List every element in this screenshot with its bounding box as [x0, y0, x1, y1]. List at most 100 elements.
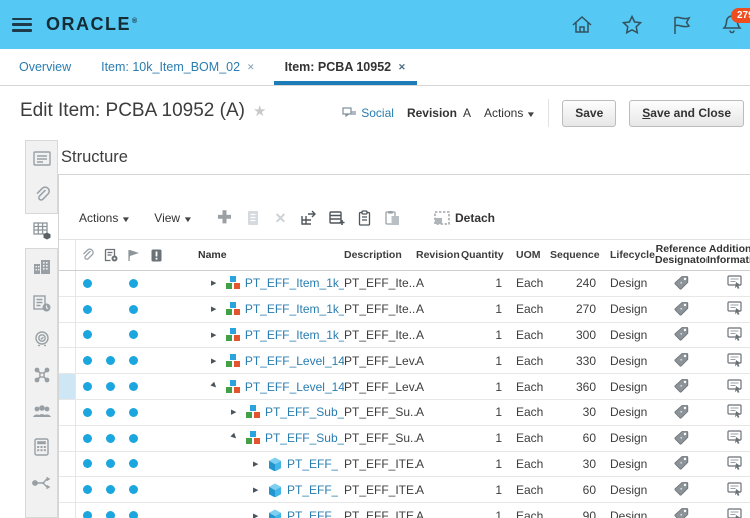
table-row[interactable]: ▶ PT_EFF_Item_1k_ PT_EFF_Ite... A 1 Each…	[59, 322, 750, 349]
expand-arrow-icon[interactable]: ▶	[211, 331, 221, 339]
table-row[interactable]: ▶ PT_EFF_Sub_ PT_EFF_Su... A 1 Each 30 D…	[59, 399, 750, 426]
save-button[interactable]: Save	[562, 99, 617, 127]
table-row[interactable]: ▶ PT_EFF_Item_1k_ PT_EFF_Ite... A 1 Each…	[59, 296, 750, 323]
close-tab-icon[interactable]: ✕	[247, 62, 255, 73]
item-name-link[interactable]: PT_EFF_Level_14	[245, 380, 344, 394]
item-name-link[interactable]: PT_EFF_Level_14	[245, 354, 344, 368]
sidebar-item-attachments[interactable]	[26, 177, 57, 213]
sidebar-item-quality[interactable]	[26, 321, 57, 357]
column-lifecycle[interactable]: Lifecycle	[600, 249, 655, 261]
item-name-link[interactable]: PT_EFF_Item_1k_	[245, 302, 344, 316]
sidebar-item-structure[interactable]	[25, 213, 59, 249]
reference-designator-cell[interactable]	[655, 481, 707, 498]
reference-designator-cell[interactable]	[655, 275, 707, 292]
item-name-link[interactable]: PT_EFF_Item_1k_	[245, 276, 344, 290]
toolbar-actions-menu[interactable]: Actions ▼	[79, 211, 131, 225]
table-row[interactable]: ▶ PT_EFF_Level_14 PT_EFF_Lev... A 1 Each…	[59, 374, 750, 400]
save-and-close-button[interactable]: Save and Close	[629, 99, 744, 127]
sidebar-item-teams[interactable]	[26, 393, 57, 429]
additional-information-cell[interactable]	[707, 507, 750, 518]
column-quantity[interactable]: Quantity	[461, 249, 508, 261]
expand-arrow-icon[interactable]: ▶	[231, 408, 241, 416]
tab-item-bom[interactable]: Item: 10k_Item_BOM_02 ✕	[86, 49, 270, 85]
copy-icon[interactable]	[356, 210, 373, 227]
row-selector[interactable]	[59, 477, 76, 503]
favorite-star-icon[interactable]: ★	[253, 103, 266, 120]
column-additional-information[interactable]: Additional Information	[707, 244, 750, 266]
additional-information-cell[interactable]	[707, 404, 750, 420]
column-reference-designator[interactable]: Reference Designator	[655, 244, 707, 266]
reference-designator-cell[interactable]	[655, 404, 707, 421]
row-selector[interactable]	[59, 451, 76, 477]
row-selector[interactable]	[59, 374, 76, 399]
additional-information-cell[interactable]	[707, 378, 750, 395]
expand-arrow-icon[interactable]: ▶	[253, 460, 263, 468]
add-icon[interactable]: ✚	[216, 208, 233, 227]
item-name-link[interactable]: PT_EFF_Item_1k_	[245, 328, 344, 342]
reference-designator-cell[interactable]	[655, 507, 707, 518]
row-selector[interactable]	[59, 296, 76, 322]
table-row[interactable]: ▶ PT_EFF_Item_1k_ PT_EFF_Ite... A 1 Each…	[59, 271, 750, 297]
menu-icon[interactable]	[12, 17, 32, 32]
additional-information-cell[interactable]	[707, 430, 750, 446]
flag-column-icon[interactable]	[122, 249, 145, 262]
item-name-link[interactable]: PT_EFF_	[287, 457, 338, 471]
duplicate-icon[interactable]	[244, 210, 261, 227]
flag-icon[interactable]	[670, 13, 694, 37]
expand-arrow-icon[interactable]: ▶	[211, 305, 221, 313]
column-revision[interactable]: Revision	[416, 249, 461, 261]
home-icon[interactable]	[570, 13, 594, 37]
attachments-column-icon[interactable]	[76, 248, 99, 262]
sidebar-item-calculations[interactable]	[26, 429, 57, 465]
item-name-link[interactable]: PT_EFF	[287, 509, 332, 518]
expand-arrow-icon[interactable]: ▶	[211, 357, 221, 365]
additional-information-cell[interactable]	[707, 456, 750, 472]
sidebar-item-overview[interactable]	[26, 141, 57, 177]
row-selector[interactable]	[59, 399, 76, 425]
expand-arrow-icon[interactable]: ▶	[210, 380, 223, 393]
table-row[interactable]: ▶ PT_EFF_Level_14 PT_EFF_Lev... A 1 Each…	[59, 348, 750, 375]
paste-icon[interactable]	[384, 210, 401, 227]
column-name[interactable]: Name	[168, 249, 344, 261]
item-name-link[interactable]: PT_EFF_Sub_	[265, 431, 344, 445]
table-row[interactable]: ▶ PT_EFF_ PT_EFF_ITE... A 1 Each 60 Desi…	[59, 477, 750, 504]
row-selector[interactable]	[59, 503, 76, 518]
expand-arrow-icon[interactable]: ▶	[230, 432, 243, 445]
expand-arrow-icon[interactable]: ▶	[211, 279, 221, 287]
reference-designator-cell[interactable]	[655, 455, 707, 472]
sidebar-item-where-used[interactable]	[26, 465, 57, 501]
reference-designator-cell[interactable]	[655, 352, 707, 369]
expand-arrow-icon[interactable]: ▶	[253, 486, 263, 494]
expand-arrow-icon[interactable]: ▶	[253, 512, 263, 518]
social-link[interactable]: Social	[342, 106, 394, 120]
insert-row-icon[interactable]	[328, 210, 345, 227]
column-description[interactable]: Description	[344, 249, 416, 261]
additional-information-cell[interactable]	[707, 327, 750, 343]
actions-menu[interactable]: Actions ▼	[484, 106, 536, 120]
tab-item-pcba[interactable]: Item: PCBA 10952 ✕	[270, 49, 421, 85]
reference-designator-cell[interactable]	[655, 301, 707, 318]
delete-icon[interactable]: ✕	[272, 210, 289, 227]
toolbar-view-menu[interactable]: View ▼	[154, 211, 193, 225]
column-uom[interactable]: UOM	[508, 249, 550, 261]
row-selector[interactable]	[59, 425, 76, 451]
alert-column-icon[interactable]	[145, 249, 168, 262]
item-name-link[interactable]: PT_EFF_Sub_	[265, 405, 344, 419]
sidebar-item-organizations[interactable]	[26, 249, 57, 285]
additional-information-cell[interactable]	[707, 482, 750, 498]
additional-information-cell[interactable]	[707, 353, 750, 369]
row-selector[interactable]	[59, 322, 76, 348]
reference-designator-cell[interactable]	[655, 430, 707, 447]
table-row[interactable]: ▶ PT_EFF_ PT_EFF_ITE... A 1 Each 30 Desi…	[59, 451, 750, 478]
additional-information-cell[interactable]	[707, 275, 750, 291]
favorites-icon[interactable]	[620, 13, 644, 37]
table-row[interactable]: ▶ PT_EFF PT_EFF_ITE A 1 Each 90 Design	[59, 503, 750, 518]
sidebar-item-changes[interactable]	[26, 285, 57, 321]
row-selector[interactable]	[59, 348, 76, 374]
reference-designator-cell[interactable]	[655, 378, 707, 395]
close-tab-icon[interactable]: ✕	[398, 62, 406, 73]
column-sequence[interactable]: Sequence	[550, 249, 600, 261]
sidebar-item-relationships[interactable]	[26, 357, 57, 393]
tab-overview[interactable]: Overview	[4, 49, 86, 85]
reorder-icon[interactable]	[300, 210, 317, 227]
